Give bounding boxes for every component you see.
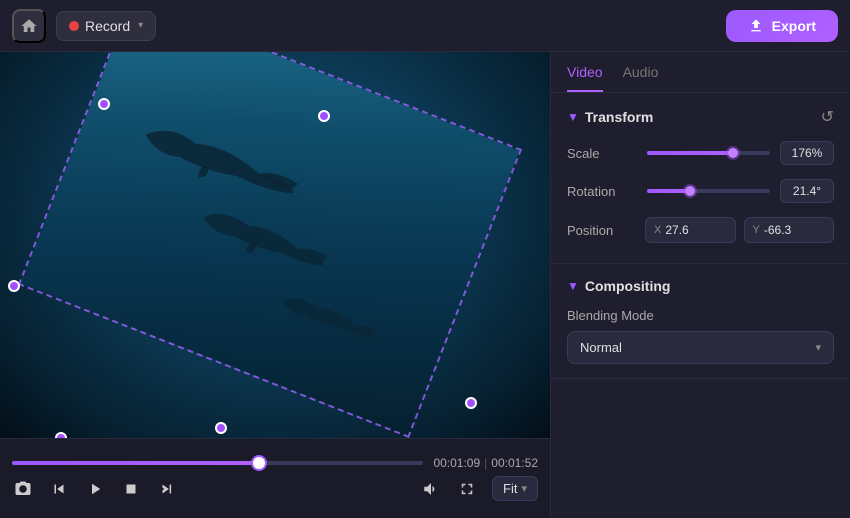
buttons-row: Fit ▾	[12, 476, 538, 501]
position-y-value: -66.3	[764, 223, 791, 237]
tab-video[interactable]: Video	[567, 64, 603, 92]
progress-row: 00:01:09 | 00:01:52	[12, 456, 538, 470]
y-axis-label: Y	[753, 224, 760, 236]
scale-fill	[647, 151, 733, 155]
time-display: 00:01:09 | 00:01:52	[433, 456, 538, 470]
controls-bar: 00:01:09 | 00:01:52	[0, 438, 550, 518]
rotation-thumb[interactable]	[685, 186, 695, 196]
handle-mid-left[interactable]	[8, 280, 20, 292]
handle-bottom-right[interactable]	[465, 397, 477, 409]
fit-select[interactable]: Fit ▾	[492, 476, 538, 501]
handle-top-right[interactable]	[318, 110, 330, 122]
total-time: 00:01:52	[491, 456, 538, 470]
header-left: Record ▾	[12, 9, 156, 43]
x-axis-label: X	[654, 224, 661, 236]
progress-bar[interactable]	[12, 461, 423, 465]
stop-button[interactable]	[120, 478, 142, 500]
record-label: Record	[85, 18, 130, 34]
fullscreen-icon	[458, 480, 476, 498]
export-icon	[748, 18, 764, 34]
section-chevron-icon: ▼	[567, 110, 579, 124]
transform-title: ▼ Transform	[567, 109, 653, 125]
compositing-label: Compositing	[585, 278, 671, 294]
compositing-chevron-icon: ▼	[567, 279, 579, 293]
scale-value[interactable]: 176%	[780, 141, 834, 165]
shark-3-icon	[276, 283, 382, 352]
tabs-row: Video Audio	[551, 52, 850, 93]
play-button[interactable]	[84, 478, 106, 500]
rotation-row: Rotation 21.4°	[567, 179, 834, 203]
handle-top-left[interactable]	[98, 98, 110, 110]
position-label: Position	[567, 223, 637, 238]
position-x-input[interactable]: X 27.6	[645, 217, 736, 243]
handle-bottom-left[interactable]	[215, 422, 227, 434]
compositing-title: ▼ Compositing	[567, 278, 670, 294]
header: Record ▾ Export	[0, 0, 850, 52]
home-icon	[20, 17, 38, 35]
transform-header: ▼ Transform ↺	[567, 107, 834, 127]
right-panel: Video Audio ▼ Transform ↺ Scale	[550, 52, 850, 518]
blend-mode-select[interactable]: Normal ▾	[567, 331, 834, 364]
scale-slider[interactable]	[647, 151, 770, 155]
chevron-down-icon: ▾	[138, 20, 143, 31]
scale-label: Scale	[567, 146, 637, 161]
position-y-input[interactable]: Y -66.3	[744, 217, 835, 243]
scale-row: Scale 176%	[567, 141, 834, 165]
scale-track	[647, 151, 770, 155]
stop-icon	[122, 480, 140, 498]
video-panel: 00:01:09 | 00:01:52	[0, 52, 550, 518]
volume-icon	[422, 480, 440, 498]
transform-label: Transform	[585, 109, 653, 125]
rewind-button[interactable]	[48, 478, 70, 500]
tab-audio[interactable]: Audio	[623, 64, 659, 92]
blend-chevron-icon: ▾	[815, 341, 821, 354]
progress-thumb[interactable]	[253, 457, 265, 469]
rotation-slider[interactable]	[647, 189, 770, 193]
current-time: 00:01:09	[433, 456, 480, 470]
transform-section: ▼ Transform ↺ Scale 176% Rotation	[551, 93, 850, 264]
scale-thumb[interactable]	[728, 148, 738, 158]
transform-reset-button[interactable]: ↺	[821, 107, 834, 127]
fit-chevron-icon: ▾	[521, 482, 527, 495]
position-x-value: 27.6	[665, 223, 688, 237]
play-icon	[86, 480, 104, 498]
video-area[interactable]	[0, 52, 550, 438]
main-content: 00:01:09 | 00:01:52	[0, 52, 850, 518]
compositing-section: ▼ Compositing Blending Mode Normal ▾	[551, 264, 850, 379]
home-button[interactable]	[12, 9, 46, 43]
time-separator: |	[484, 456, 487, 470]
position-row: Position X 27.6 Y -66.3	[567, 217, 834, 243]
blend-mode-label: Blending Mode	[567, 308, 834, 323]
volume-button[interactable]	[420, 478, 442, 500]
rotation-label: Rotation	[567, 184, 637, 199]
rotation-track	[647, 189, 770, 193]
rewind-icon	[50, 480, 68, 498]
handle-bottom-mid[interactable]	[55, 432, 67, 438]
export-label: Export	[772, 18, 816, 34]
forward-button[interactable]	[156, 478, 178, 500]
blend-mode-value: Normal	[580, 340, 622, 355]
export-button[interactable]: Export	[726, 10, 838, 42]
progress-fill	[12, 461, 259, 465]
forward-icon	[158, 480, 176, 498]
rotation-value[interactable]: 21.4°	[780, 179, 834, 203]
position-inputs: X 27.6 Y -66.3	[645, 217, 834, 243]
rotation-fill	[647, 189, 690, 193]
fullscreen-button[interactable]	[456, 478, 478, 500]
camera-icon	[14, 480, 32, 498]
screenshot-button[interactable]	[12, 478, 34, 500]
fit-label: Fit	[503, 481, 517, 496]
record-dot-icon	[69, 21, 79, 31]
record-button[interactable]: Record ▾	[56, 11, 156, 41]
compositing-header: ▼ Compositing	[567, 278, 834, 294]
